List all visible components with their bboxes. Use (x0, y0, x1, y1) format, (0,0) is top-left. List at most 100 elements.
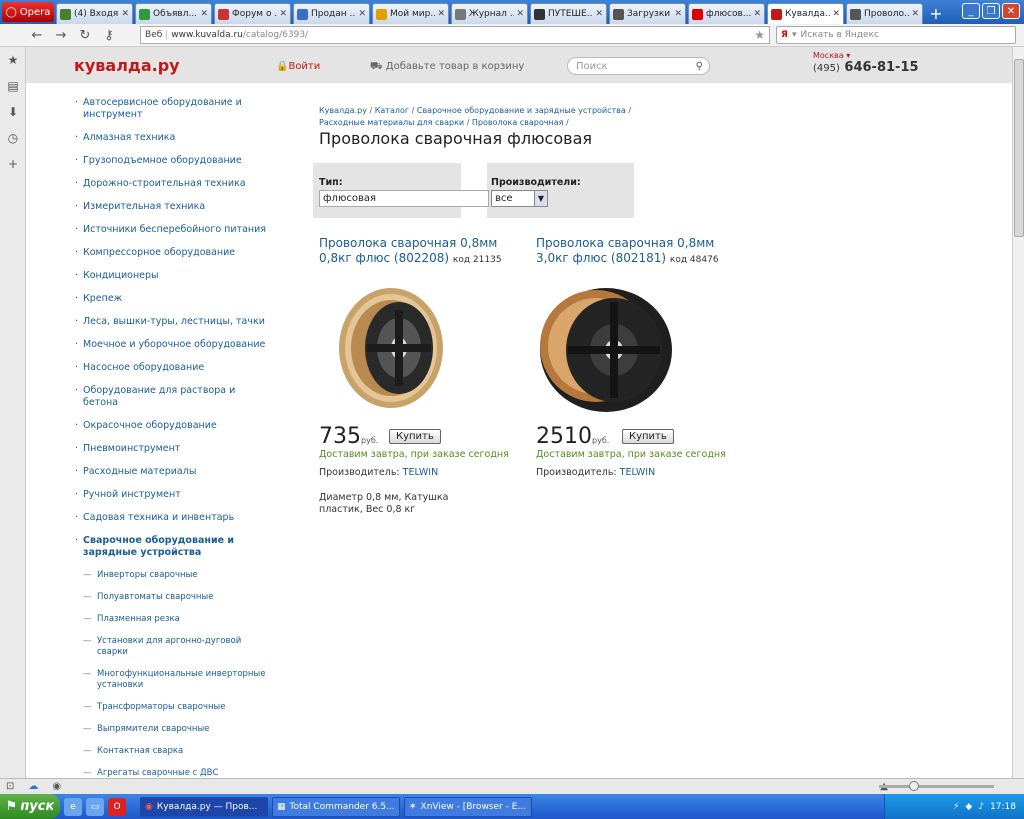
city-selector[interactable]: Москва ▾ (813, 51, 850, 60)
product-image-spool-large[interactable] (536, 280, 681, 415)
manufacturer-link[interactable]: TELWIN (403, 467, 439, 478)
tray-shield-icon[interactable]: ◆ (965, 802, 972, 812)
notes-icon[interactable]: ▤ (0, 73, 26, 99)
category-link-active[interactable]: Сварочное оборудование и зарядные устрой… (83, 535, 270, 559)
tab-close-icon[interactable]: ✕ (595, 9, 603, 19)
browser-tab[interactable]: Мой мир... ✕ (372, 3, 449, 24)
downloads-icon[interactable]: ⬇ (0, 99, 26, 125)
tab-close-icon[interactable]: ✕ (832, 9, 840, 19)
opera-menu-button[interactable]: ◯ Opera (2, 2, 54, 22)
category-link[interactable]: Измерительная техника (83, 201, 205, 213)
breadcrumb-link[interactable]: Каталог (375, 106, 409, 115)
bookmark-star-icon[interactable]: ★ (754, 28, 765, 42)
site-search-input[interactable]: Поиск ⚲ (567, 57, 710, 75)
tray-volume-icon[interactable]: ♪ (978, 802, 984, 812)
tab-close-icon[interactable]: ✕ (279, 9, 287, 19)
breadcrumb-link[interactable]: Расходные материалы для сварки (319, 118, 464, 127)
address-field[interactable]: Веб www.kuvalda.ru /catalog/6393/ ★ (140, 26, 770, 44)
task-xnview[interactable]: ✶ XnView - [Browser - E... (404, 796, 532, 817)
turbo-icon[interactable]: ◉ (52, 781, 61, 792)
category-link[interactable]: Кондиционеры (83, 270, 159, 282)
subcategory-link[interactable]: Полуавтоматы сварочные (97, 592, 213, 603)
start-button[interactable]: ⚑ пуск (0, 794, 60, 819)
browser-tab[interactable]: Кувалда... ✕ (767, 3, 844, 24)
category-link[interactable]: Пневмоинструмент (83, 443, 180, 455)
browser-tab[interactable]: флюсов... ✕ (688, 3, 765, 24)
browser-tab[interactable]: ПУТЕШЕ... ✕ (530, 3, 607, 24)
category-link[interactable]: Источники бесперебойного питания (83, 224, 266, 236)
category-link[interactable]: Садовая техника и инвентарь (83, 512, 234, 524)
subcategory-link[interactable]: Плазменная резка (97, 614, 180, 625)
breadcrumb-link[interactable]: Проволока сварочная (472, 118, 564, 127)
manufacturer-link[interactable]: TELWIN (620, 467, 656, 478)
minimize-icon[interactable]: _ (962, 3, 980, 19)
maker-select[interactable]: все ▼ (491, 190, 548, 207)
reload-icon[interactable]: ↻ (78, 28, 92, 43)
product-title[interactable]: Проволока сварочная 0,8мм 3,0кг флюс (80… (536, 236, 736, 268)
tab-close-icon[interactable]: ✕ (437, 9, 445, 19)
tab-close-icon[interactable]: ✕ (753, 9, 761, 19)
product-title[interactable]: Проволока сварочная 0,8мм 0,8кг флюс (80… (319, 236, 519, 268)
new-tab-button[interactable]: + (925, 3, 947, 23)
browser-tab[interactable]: Объявл... ✕ (135, 3, 212, 24)
key-icon[interactable]: ⚷ (102, 28, 116, 43)
category-link[interactable]: Насосное оборудование (83, 362, 204, 374)
category-link[interactable]: Дорожно-строительная техника (83, 178, 246, 190)
browser-tab[interactable]: Журнал ... ✕ (451, 3, 528, 24)
desktop-icon[interactable]: ▭ (86, 797, 104, 816)
subcategory-link[interactable]: Установки для аргонно-дуговой сварки (97, 636, 270, 658)
category-link[interactable]: Оборудование для раствора и бетона (83, 385, 270, 409)
forward-arrow-icon[interactable]: → (54, 28, 68, 43)
task-opera[interactable]: ◉ Кувалда.ру — Пров... (140, 796, 268, 817)
add-panel-icon[interactable]: + (0, 151, 26, 177)
search-icon[interactable]: ⚲ (696, 61, 703, 72)
breadcrumb-link[interactable]: Кувалда.ру (319, 106, 367, 115)
cloud-icon[interactable]: ☁ (28, 781, 38, 792)
tray-flash-icon[interactable]: ⚡ (953, 802, 959, 812)
category-link[interactable]: Грузоподъемное оборудование (83, 155, 242, 167)
browser-tab[interactable]: (4) Входя...✕ (56, 3, 133, 24)
subcategory-link[interactable]: Инверторы сварочные (97, 570, 198, 581)
yandex-search-field[interactable]: Я ▾ Искать в Яндекс (776, 26, 1016, 44)
tab-close-icon[interactable]: ✕ (121, 9, 129, 19)
cart-message[interactable]: ⛟ Добавьте товар в корзину (370, 61, 524, 74)
vertical-scrollbar[interactable] (1012, 47, 1024, 778)
subcategory-link[interactable]: Трансформаторы сварочные (97, 702, 225, 713)
breadcrumb-link[interactable]: Сварочное оборудование и зарядные устрой… (417, 106, 626, 115)
bookmarks-star-icon[interactable]: ★ (0, 47, 26, 73)
tab-close-icon[interactable]: ✕ (200, 9, 208, 19)
category-link[interactable]: Леса, вышки-туры, лестницы, тачки (83, 316, 265, 328)
category-link[interactable]: Автосервисное оборудование и инструмент (83, 97, 270, 121)
task-total-commander[interactable]: ▦ Total Commander 6.5... (272, 796, 400, 817)
opera-quicklaunch-icon[interactable]: O (108, 797, 126, 816)
chevron-down-icon[interactable]: ▼ (534, 191, 547, 206)
subcategory-link[interactable]: Контактная сварка (97, 746, 183, 757)
scrollbar-thumb[interactable] (1014, 59, 1024, 237)
category-link[interactable]: Алмазная техника (83, 132, 175, 144)
subcategory-link[interactable]: Выпрямители сварочные (97, 724, 209, 735)
site-logo[interactable]: кувалда.ру (74, 56, 180, 75)
category-link[interactable]: Расходные материалы (83, 466, 196, 478)
close-window-icon[interactable]: ✕ (1002, 3, 1020, 19)
zoom-slider-knob[interactable] (909, 781, 919, 791)
ie-icon[interactable]: e (64, 797, 82, 816)
zoom-slider[interactable] (879, 781, 994, 791)
product-image-spool-small[interactable] (319, 280, 464, 415)
tab-close-icon[interactable]: ✕ (358, 9, 366, 19)
tab-close-icon[interactable]: ✕ (516, 9, 524, 19)
back-arrow-icon[interactable]: ← (30, 28, 44, 43)
category-link[interactable]: Крепеж (83, 293, 122, 305)
panel-toggle-icon[interactable]: ⊡ (6, 781, 14, 792)
type-input[interactable]: флюсовая (319, 190, 489, 207)
tab-close-icon[interactable]: ✕ (674, 9, 682, 19)
browser-tab[interactable]: Проволо... ✕ (846, 3, 923, 24)
chevron-down-icon[interactable]: ▾ (792, 30, 797, 40)
history-clock-icon[interactable]: ◷ (0, 125, 26, 151)
maximize-icon[interactable]: ❐ (982, 3, 1000, 19)
category-link[interactable]: Ручной инструмент (83, 489, 181, 501)
category-link[interactable]: Компрессорное оборудование (83, 247, 235, 259)
buy-button[interactable]: Купить (622, 429, 674, 444)
browser-tab[interactable]: Продан ... ✕ (293, 3, 370, 24)
browser-tab[interactable]: Форум о ...✕ (214, 3, 291, 24)
buy-button[interactable]: Купить (389, 429, 441, 444)
